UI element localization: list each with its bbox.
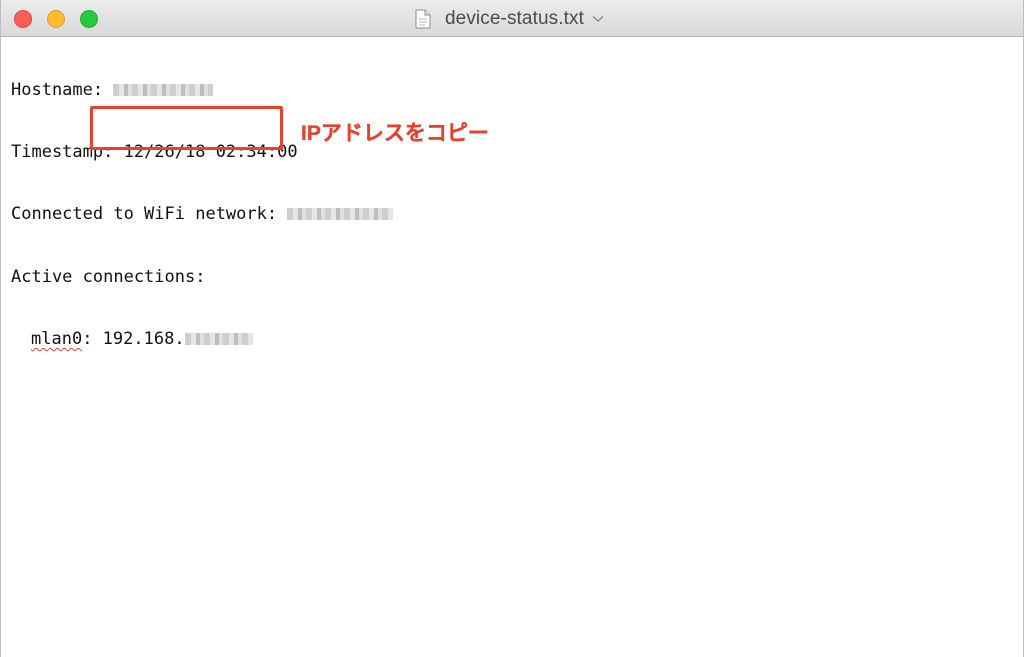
close-button[interactable] bbox=[14, 10, 32, 28]
window-title[interactable]: device-status.txt bbox=[415, 7, 604, 31]
wifi-network-redacted bbox=[287, 208, 394, 221]
document-icon bbox=[415, 9, 431, 29]
zoom-button[interactable] bbox=[80, 10, 98, 28]
hostname-line: Hostname: bbox=[11, 80, 393, 101]
title-bar[interactable]: device-status.txt bbox=[1, 0, 1023, 37]
ip-address-prefix: 192.168. bbox=[102, 329, 185, 350]
wifi-label: Connected to WiFi network: bbox=[11, 204, 288, 225]
ip-address-redacted bbox=[184, 333, 253, 346]
window-title-text: device-status.txt bbox=[445, 8, 584, 29]
interface-separator: : bbox=[82, 329, 103, 350]
active-connections-line: Active connections: bbox=[11, 266, 206, 287]
text-editor-window: device-status.txt Hostname: Timestamp: 1… bbox=[0, 0, 1024, 657]
minimize-button[interactable] bbox=[47, 10, 65, 28]
ip-highlight-box bbox=[90, 106, 283, 150]
wifi-line: Connected to WiFi network: bbox=[11, 204, 394, 225]
interface-line: mlan0: 192.168. bbox=[11, 329, 393, 350]
text-content[interactable]: Hostname: Timestamp: 12/26/18 02:34:00 C… bbox=[11, 38, 394, 392]
hostname-value-redacted bbox=[113, 83, 214, 96]
interface-name: mlan0 bbox=[31, 329, 83, 350]
hostname-label: Hostname: bbox=[11, 79, 114, 100]
copy-ip-annotation: IPアドレスをコピー bbox=[301, 122, 489, 145]
chevron-down-icon[interactable] bbox=[592, 15, 604, 23]
